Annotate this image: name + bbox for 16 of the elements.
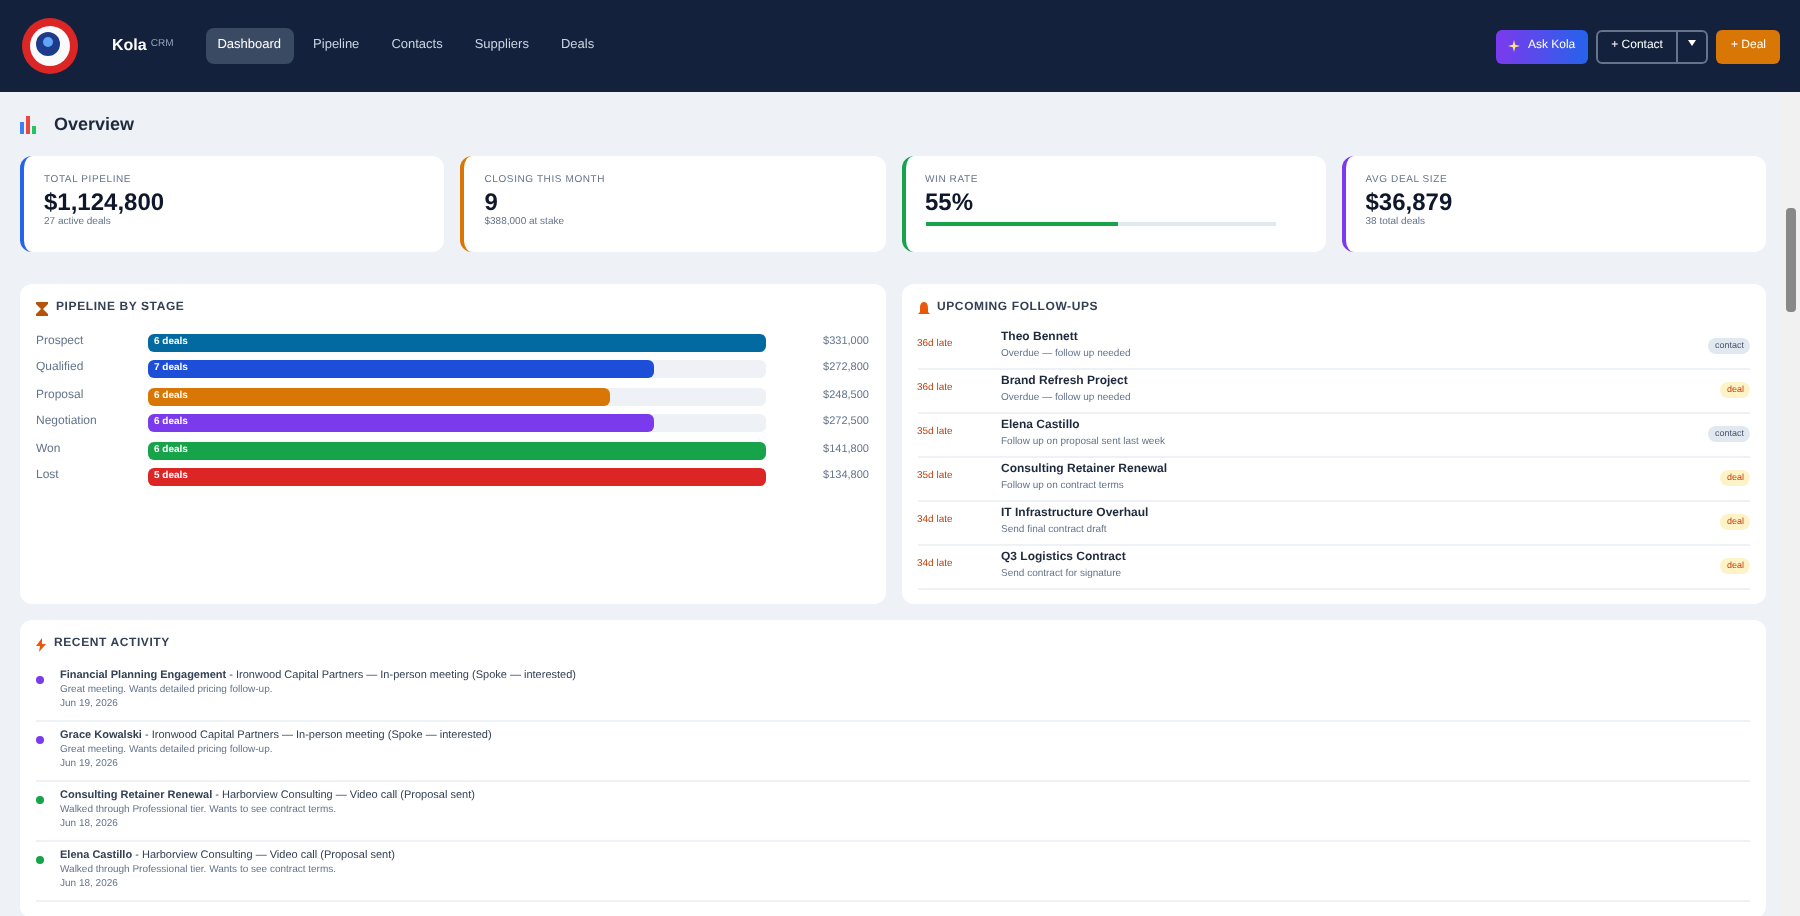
kpi-value: 55% bbox=[925, 188, 976, 217]
scrollbar[interactable] bbox=[1780, 92, 1800, 916]
bell-icon bbox=[917, 301, 929, 315]
logo-icon bbox=[20, 16, 80, 76]
scrollbar-thumb[interactable] bbox=[1786, 208, 1796, 312]
kpi-value: $36,879 bbox=[1365, 188, 1455, 216]
sparkle-icon bbox=[1507, 40, 1520, 52]
chart-icon bbox=[20, 116, 38, 135]
lightning-icon bbox=[36, 637, 46, 651]
kpi-value: 9 bbox=[484, 188, 500, 216]
kpi-value: $1,124,800 bbox=[44, 188, 167, 216]
brand-name: Kola bbox=[112, 34, 147, 58]
dropdown-toggle[interactable] bbox=[1678, 29, 1709, 63]
caret-icon bbox=[1688, 40, 1697, 47]
hourglass-icon bbox=[36, 301, 48, 315]
page-title: Overview bbox=[54, 112, 135, 138]
